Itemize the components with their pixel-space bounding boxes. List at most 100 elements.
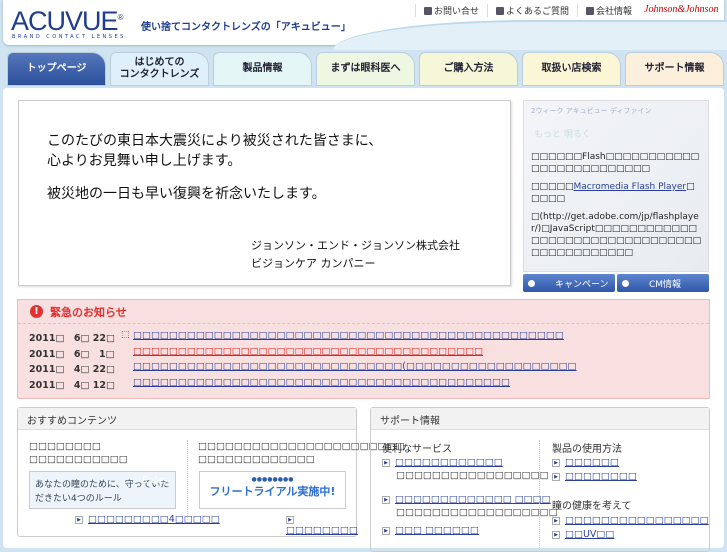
service-item: ▶ □□□□□□□□□□□□ □□□□□□□□□□□□□□□□□: [382, 457, 549, 481]
nav-tab[interactable]: サポート情報: [625, 52, 724, 86]
service-desc: □□□□□□□□□□□□□□□□□: [396, 470, 549, 481]
recommended-title: おすすめコンテンツ: [18, 408, 356, 430]
condolence-message: このたびの東日本大震災により被災された皆さまに、 心よりお見舞い申し上げます。 被…: [18, 100, 511, 286]
support-title: サポート情報: [371, 408, 709, 430]
contact-label: お問い合せ: [434, 7, 480, 17]
usage-link[interactable]: □□□□□□□□: [565, 471, 637, 482]
eye-health-heading: 瞳の健康を考えて: [552, 501, 632, 512]
message-line-3: 被災地の一日も早い復興を祈念いたします。: [47, 186, 326, 202]
division-name: ビジョンケア カンパニー: [251, 257, 376, 270]
alert-title: 緊急のお知らせ: [50, 305, 127, 319]
arrow-icon: ▶: [75, 515, 83, 524]
document-icon: [586, 6, 595, 15]
free-trial-link[interactable]: □□□□□□□□: [286, 525, 358, 536]
nav-tab[interactable]: はじめての コンタクトレンズ: [110, 52, 209, 86]
eye-health-link[interactable]: □□UV□□: [565, 529, 614, 540]
alert-date: 2011□ 6□ 1□: [29, 348, 115, 360]
usage-heading: 製品の使用方法: [552, 444, 622, 455]
eye-health-link[interactable]: □□□□□□□□□□□□□□□□: [565, 515, 709, 526]
arrow-icon: ▶: [382, 458, 390, 467]
javascript-notice: □(http://get.adobe.com/jp/flashplayer/)□…: [531, 212, 702, 258]
banner-tag: Rules: [141, 476, 167, 486]
arrow-icon: ▶: [552, 472, 560, 481]
faq-link[interactable]: よくあるご質問: [487, 4, 577, 17]
arrow-icon: ▶: [552, 458, 560, 467]
acuvue-logo[interactable]: ACUVUE®: [11, 6, 123, 37]
top-links: お問い合せ よくあるご質問 会社情報: [415, 4, 640, 17]
arrow-icon: ▶: [552, 516, 560, 525]
arrow-icon: ▶: [552, 530, 560, 539]
pdf-icon: ⬚: [121, 330, 130, 340]
alert-link[interactable]: □□□□□□□□□□□□□□□□□□□□□□□□□□□□□□□□□□□□□□□□…: [133, 330, 564, 344]
banner-top: ●●●●●●●●: [251, 476, 294, 483]
banner-text: フリートライアル実施中!: [209, 485, 336, 498]
company-name: ジョンソン・エンド・ジョンソン株式会社: [251, 239, 460, 252]
flash-text: □□□□□: [531, 182, 574, 192]
flash-notice: □□□□□□Flash□□□□□□□□□□□□□□□□□□□□□□□□□: [531, 152, 700, 174]
recommend-text-1: □□□□□□□□ □□□□□□□□□□□: [29, 441, 128, 465]
alert-link[interactable]: □□□□□□□□□□□□□□□□□□□□□□□□□□□□□□(□□□□□□□□□…: [133, 361, 577, 375]
mail-icon: [424, 6, 432, 15]
alert-link[interactable]: □□□□□□□□□□□□□□□□□□□□□□□□□□□□□□□□□□□□□□□□…: [133, 377, 510, 391]
nav-tab[interactable]: 取扱い店検索: [522, 52, 621, 86]
message-line-2: 心よりお見舞い申し上げます。: [47, 153, 242, 169]
logo-subtitle: BRAND CONTACT LENSES: [12, 34, 126, 40]
nav-tab[interactable]: ご購入方法: [419, 52, 518, 86]
alert-date: 2011□ 6□ 22□: [29, 333, 116, 344]
service-item: ▶ □□□□□□□□□□□□□ □□□□ □□□□□□□□□□□□□□□□□□: [382, 494, 558, 518]
alert-item: 2011□ 6□ 1□ □□□□□□□□□□□□□□□□□□□□□□□□□□□□□…: [29, 346, 483, 360]
alert-icon: !: [30, 305, 43, 318]
four-rules-banner[interactable]: あなたの瞳のために、守っていただきたい4つのルール Rules: [29, 471, 176, 509]
recommended-content: おすすめコンテンツ □□□□□□□□ □□□□□□□□□□□ あなたの瞳のために…: [17, 407, 404, 537]
bullet-icon: [622, 279, 629, 287]
alert-item: 2011□ 6□ 22□ ⬚ □□□□□□□□□□□□□□□□□□□□□□□□□□□…: [29, 330, 564, 344]
alert-item: 2011□ 4□ 12□ □□□□□□□□□□□□□□□□□□□□□□□□□□□□…: [29, 377, 510, 391]
alert-date: 2011□ 4□ 12□: [29, 379, 116, 391]
tagline: 使い捨てコンタクトレンズの「アキュビュー」: [141, 22, 351, 33]
arrow-icon: ▶: [382, 495, 390, 504]
cm-button[interactable]: CM情報: [617, 274, 709, 292]
faq-label: よくあるご質問: [506, 7, 570, 17]
service-desc: □□□□□□□□□□□□□□□□□□: [396, 507, 558, 518]
bullet-icon: [528, 279, 535, 287]
service-item: ▶ □□□ □□□□□□: [382, 525, 479, 538]
arrow-icon: ▶: [382, 526, 390, 535]
nav-tab[interactable]: まずは眼科医へ: [316, 52, 415, 86]
main-nav: トップページ はじめての コンタクトレンズ 製品情報 まずは眼科医へ ご購入方法 取扱い店…: [7, 52, 724, 86]
jj-logo[interactable]: Johnson&Johnson: [644, 4, 718, 15]
contact-link[interactable]: お問い合せ: [415, 4, 487, 17]
service-link[interactable]: □□□□□□□□□□□□: [395, 457, 503, 468]
flash-bg-title: 2ウィーク アキュビュー ディファイン: [531, 107, 652, 115]
four-rules-link[interactable]: □□□□□□□□□4□□□□□: [88, 514, 220, 525]
alert-item: 2011□ 4□ 22□ □□□□□□□□□□□□□□□□□□□□□□□□□□□□…: [29, 361, 577, 375]
usage-link[interactable]: □□□□□□: [565, 457, 619, 468]
campaign-label: キャンペーン: [555, 279, 609, 290]
alert-link[interactable]: □□□□□□□□□□□□□□□□□□□□□□□□□□□□□□□□□□□□□□□: [133, 346, 483, 360]
company-link[interactable]: 会社情報: [577, 4, 640, 17]
nav-tab[interactable]: 製品情報: [213, 52, 312, 86]
nav-tab[interactable]: トップページ: [7, 52, 106, 86]
alert-date: 2011□ 4□ 22□: [29, 364, 116, 375]
flash-placeholder: 2ウィーク アキュビュー ディファイン もっと 明るく □□□□□□Flash□…: [523, 100, 709, 272]
divider: [539, 440, 540, 550]
emergency-notices: ! 緊急のお知らせ 2011□ 6□ 22□ ⬚ □□□□□□□□□□□□□□□□□□…: [17, 299, 710, 399]
service-link[interactable]: □□□□□□□□□□□□□ □□□□: [395, 494, 551, 505]
logo-text: ACUVUE: [11, 6, 119, 36]
service-link[interactable]: □□□ □□□□□□: [395, 525, 479, 536]
flash-player-link[interactable]: Macromedia Flash Player: [574, 182, 687, 192]
header: ACUVUE® BRAND CONTACT LENSES 使い捨てコンタクトレン…: [3, 0, 727, 50]
company-label: 会社情報: [596, 7, 633, 17]
divider: [187, 440, 188, 520]
free-trial-banner[interactable]: ●●●●●●●● フリートライアル実施中!: [199, 471, 346, 509]
faq-icon: [496, 6, 505, 15]
flash-player-notice: □□□□□Macromedia Flash Player□□□□□: [531, 181, 702, 205]
cm-label: CM情報: [649, 279, 682, 290]
arrow-icon: ▶: [286, 515, 294, 524]
message-line-1: このたびの東日本大震災により被災された皆さまに、: [47, 133, 383, 149]
header-wave: [333, 20, 727, 50]
services-heading: 便利なサービス: [382, 444, 452, 455]
campaign-button[interactable]: キャンペーン: [523, 274, 615, 292]
